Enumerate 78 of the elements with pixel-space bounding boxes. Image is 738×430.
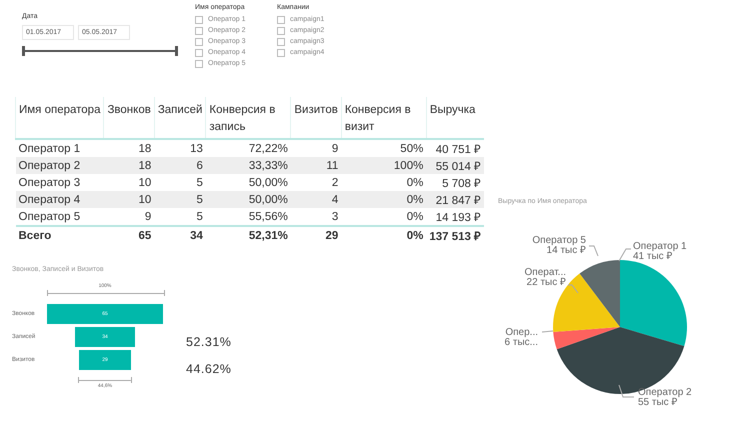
column-header[interactable]: Выручка — [426, 97, 484, 139]
checkbox[interactable] — [277, 38, 285, 46]
total-cell: 29 — [290, 226, 342, 244]
table-cell: 50,00% — [206, 191, 291, 208]
bracket — [78, 377, 132, 383]
total-cell: Всего — [16, 226, 104, 244]
table-cell: 2 — [290, 174, 342, 191]
table-cell: Оператор 3 — [16, 174, 104, 191]
slider-handle[interactable] — [22, 46, 25, 56]
checkbox[interactable] — [277, 16, 285, 24]
checkbox[interactable] — [195, 60, 203, 68]
checkbox[interactable] — [195, 48, 203, 56]
table-cell: 5 — [154, 174, 206, 191]
table-cell: 13 — [154, 139, 206, 157]
leader-line — [568, 284, 578, 294]
table-cell: 5 — [154, 191, 206, 208]
checkbox[interactable] — [195, 38, 203, 46]
table-cell: Оператор 4 — [16, 191, 104, 208]
table-cell: 10 — [104, 191, 154, 208]
column-header[interactable]: Конверсия в запись — [206, 97, 291, 139]
table-cell: 40 751 ₽ — [426, 139, 484, 157]
table-cell: 18 — [104, 139, 154, 157]
table-cell: 6 — [154, 157, 206, 174]
card-value: 44.62% — [186, 362, 232, 376]
table-cell: 55 014 ₽ — [426, 157, 484, 174]
column-header[interactable]: Записей — [154, 97, 206, 139]
table-cell: Оператор 5 — [16, 208, 104, 226]
checkbox[interactable] — [277, 48, 285, 56]
table-cell: 33,33% — [206, 157, 291, 174]
total-cell: 52,31% — [206, 226, 291, 244]
table-cell: 72,22% — [206, 139, 291, 157]
table-cell: 14 193 ₽ — [426, 208, 484, 226]
table-cell: 11 — [290, 157, 342, 174]
table-cell: 0% — [341, 191, 426, 208]
column-header[interactable]: Визитов — [290, 97, 342, 139]
total-cell: 137 513 ₽ — [426, 226, 484, 244]
column-header[interactable]: Звонков — [104, 97, 154, 139]
slice-label: Операт... — [524, 267, 566, 278]
slice-label: Оператор 2 — [638, 387, 692, 398]
leader-line — [542, 330, 554, 332]
table-cell: 10 — [104, 174, 154, 191]
leader-line — [588, 246, 598, 256]
table-cell: 50% — [341, 139, 426, 157]
table-cell: 0% — [341, 208, 426, 226]
slice-label: Оператор 5 — [532, 235, 586, 246]
slider-handle[interactable] — [175, 46, 178, 56]
leader-line — [618, 248, 632, 262]
table-cell: 4 — [290, 191, 342, 208]
slice-value: 41 тыс ₽ — [633, 251, 672, 262]
checkbox[interactable] — [277, 26, 285, 34]
column-header[interactable]: Конверсия в визит — [341, 97, 426, 139]
card-value: 52.31% — [186, 335, 232, 349]
slice-value: 22 тыс ₽ — [526, 277, 566, 288]
leader-line — [618, 384, 634, 398]
slice-label: Оператор 1 — [633, 241, 687, 252]
checkbox[interactable] — [195, 26, 203, 34]
table-cell: Оператор 2 — [16, 157, 104, 174]
total-cell: 65 — [104, 226, 154, 244]
total-cell: 34 — [154, 226, 206, 244]
table-cell: 5 — [154, 208, 206, 226]
column-header[interactable]: Имя оператора — [16, 97, 104, 139]
table-cell: Оператор 1 — [16, 139, 104, 157]
slice-value: 6 тыс... — [504, 337, 538, 348]
checkbox[interactable] — [195, 16, 203, 24]
slice-value: 14 тыс ₽ — [546, 245, 586, 256]
slice-label: Опер... — [505, 327, 538, 338]
table-cell: 100% — [341, 157, 426, 174]
table-cell: 5 708 ₽ — [426, 174, 484, 191]
table-cell: 50,00% — [206, 174, 291, 191]
total-cell: 0% — [341, 226, 426, 244]
table-cell: 9 — [290, 139, 342, 157]
table-cell: 18 — [104, 157, 154, 174]
table-cell: 55,56% — [206, 208, 291, 226]
table-cell: 0% — [341, 174, 426, 191]
table-cell: 3 — [290, 208, 342, 226]
slice-value: 55 тыс ₽ — [638, 397, 678, 408]
table-cell: 21 847 ₽ — [426, 191, 484, 208]
table-cell: 9 — [104, 208, 154, 226]
